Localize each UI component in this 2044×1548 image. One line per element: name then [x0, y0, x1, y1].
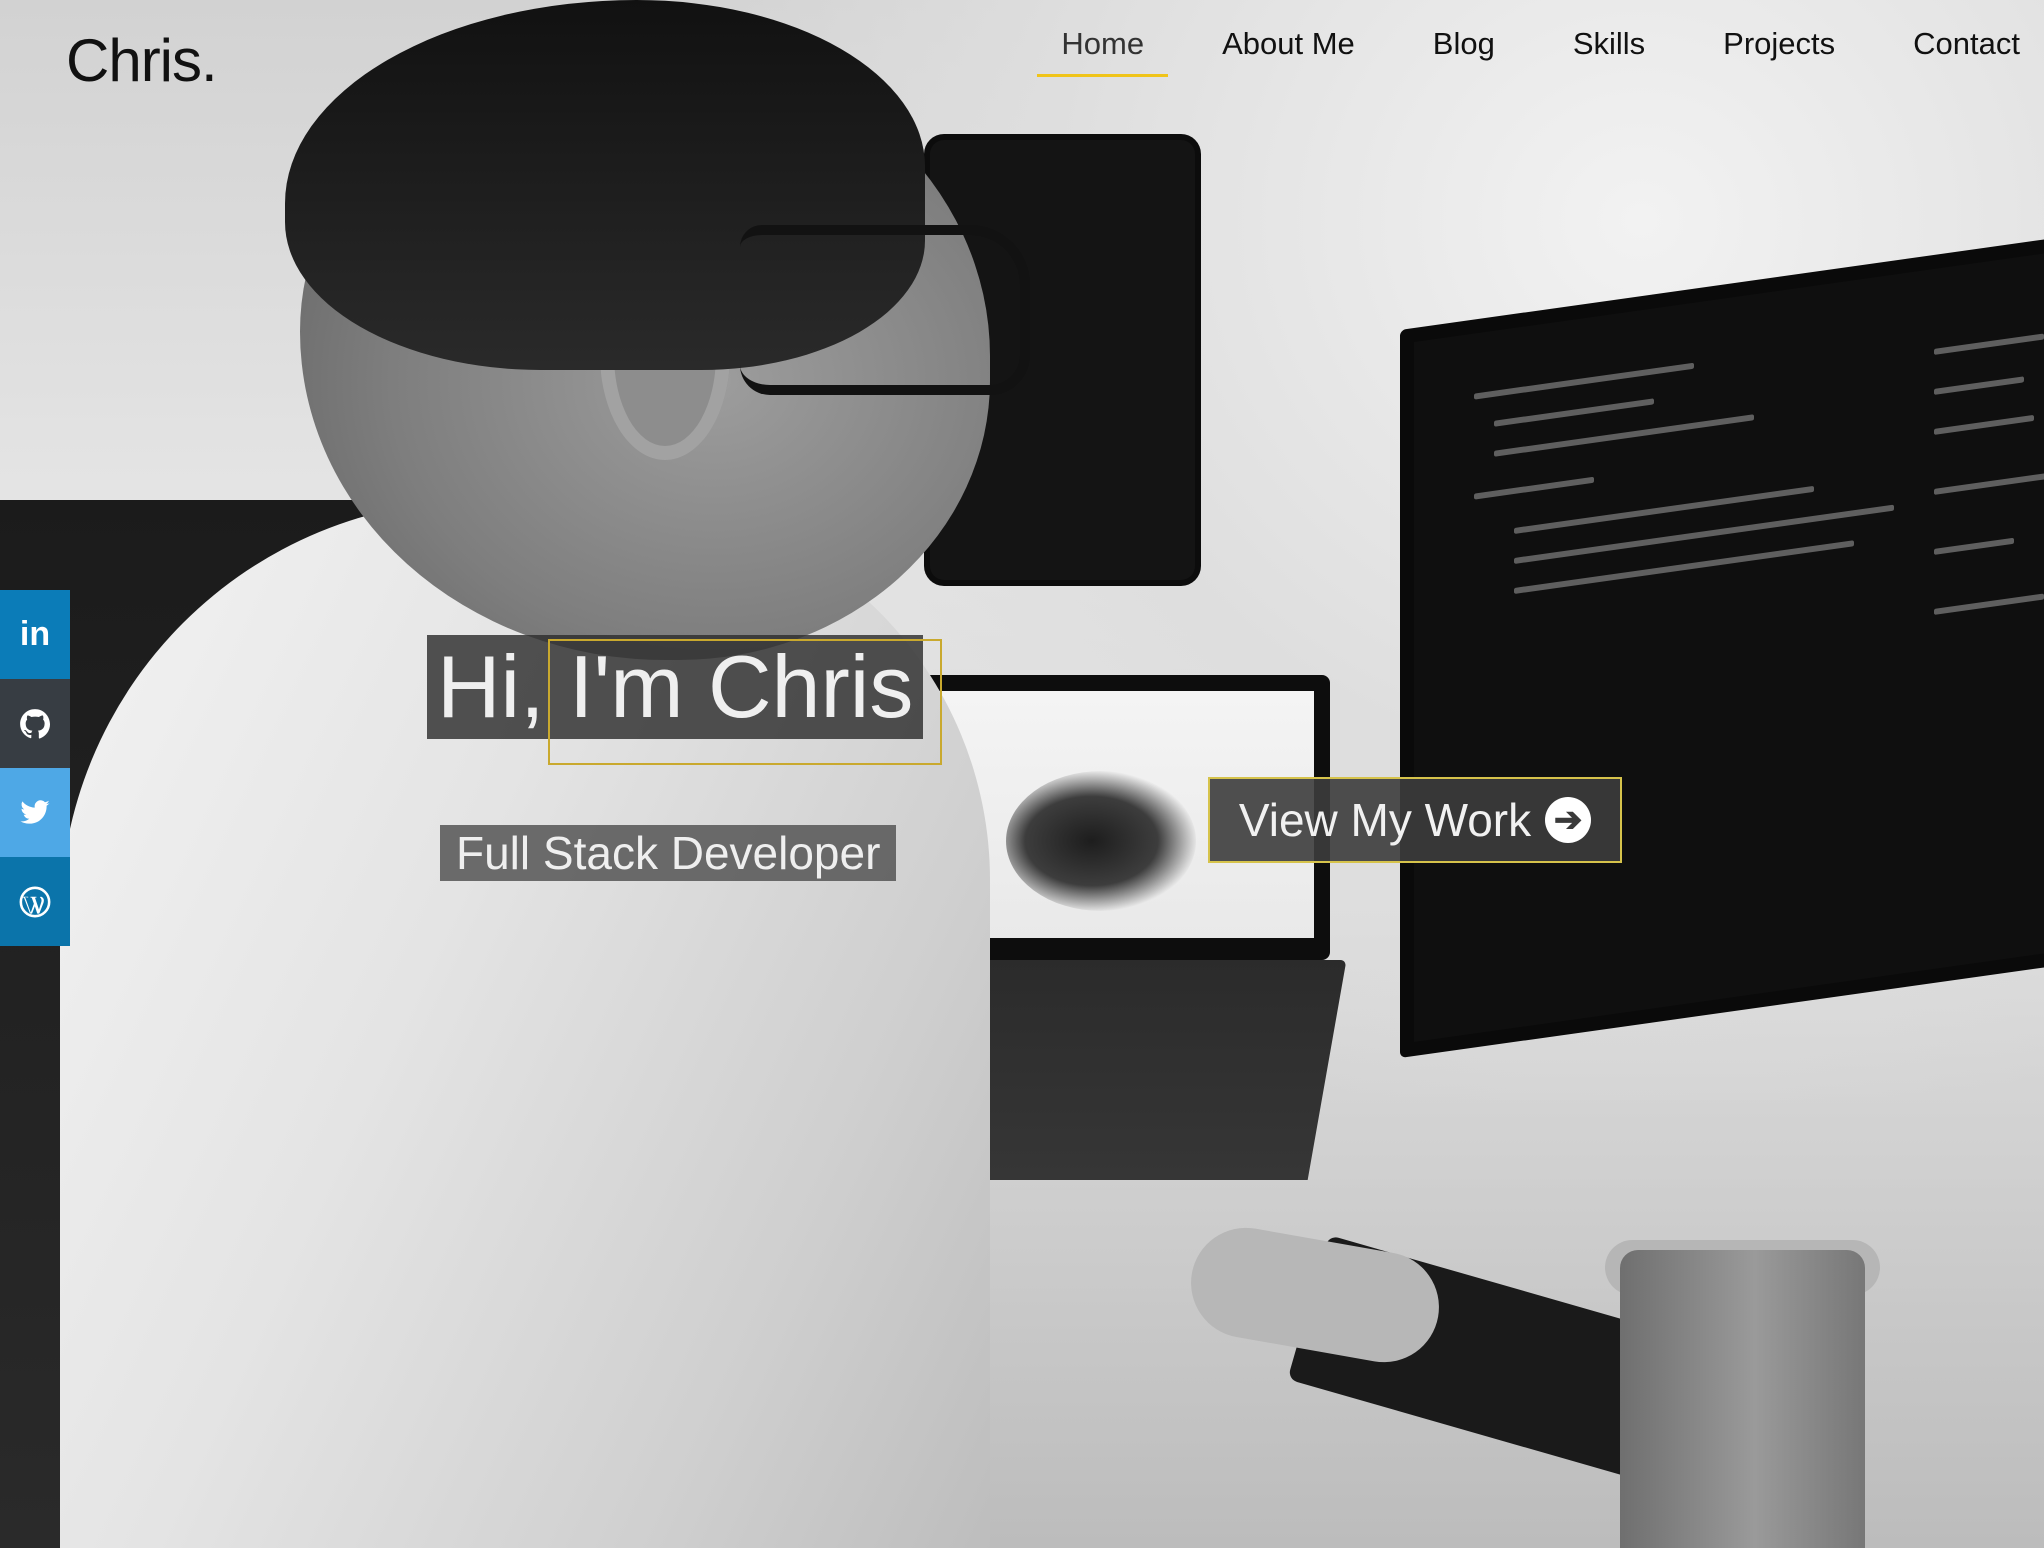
code-line	[1474, 362, 1694, 400]
code-line	[1494, 398, 1654, 427]
main-nav: Home About Me Blog Skills Projects Conta…	[1007, 26, 2044, 77]
hero-title-highlight-frame	[548, 639, 942, 765]
nav-projects[interactable]: Projects	[1699, 26, 1859, 77]
github-button[interactable]	[0, 679, 70, 768]
nav-contact[interactable]: Contact	[1889, 26, 2044, 77]
arrow-circle-right-icon: ➔	[1545, 797, 1592, 843]
code-monitor	[1400, 227, 2044, 1058]
nav-home[interactable]: Home	[1037, 26, 1169, 77]
laptop-image	[1006, 771, 1196, 911]
nav-skills[interactable]: Skills	[1549, 26, 1669, 77]
linkedin-button[interactable]: in	[0, 590, 70, 679]
site-logo[interactable]: Chris.	[66, 26, 218, 95]
view-my-work-button[interactable]: View My Work ➔	[1208, 777, 1622, 863]
nav-blog[interactable]: Blog	[1409, 26, 1519, 77]
code-line	[1934, 376, 2024, 395]
wordpress-icon	[19, 886, 51, 917]
linkedin-icon: in	[19, 615, 51, 653]
social-sidebar: in	[0, 590, 70, 946]
code-line	[1934, 333, 2044, 355]
code-line	[1474, 476, 1594, 500]
code-line	[1514, 540, 1854, 594]
code-line	[1934, 593, 2044, 615]
twitter-icon	[20, 799, 50, 824]
code-line	[1934, 472, 2044, 495]
nav-about-me[interactable]: About Me	[1198, 26, 1379, 77]
coffee-cup	[1620, 1250, 1865, 1548]
glasses	[740, 225, 1030, 395]
hero-background-photo	[0, 0, 2044, 1548]
wordpress-button[interactable]	[0, 857, 70, 946]
twitter-button[interactable]	[0, 768, 70, 857]
hero-subtitle: Full Stack Developer	[440, 825, 897, 881]
github-icon	[20, 708, 51, 738]
code-line	[1934, 414, 2034, 435]
view-my-work-label: View My Work	[1238, 794, 1532, 846]
code-line	[1514, 504, 1894, 564]
code-line	[1934, 537, 2014, 555]
